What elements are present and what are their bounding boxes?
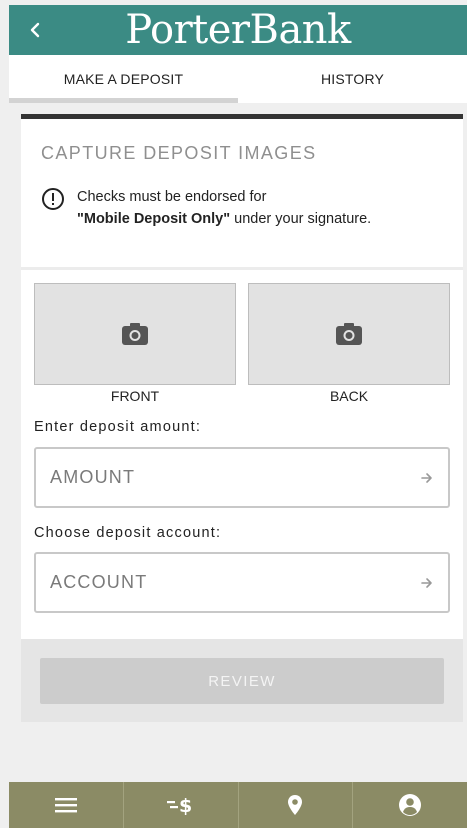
amount-field[interactable]: AMOUNT — [34, 447, 450, 508]
capture-back-button[interactable] — [248, 283, 450, 385]
notice-line2: under your signature. — [230, 211, 372, 227]
front-label: FRONT — [110, 388, 160, 404]
menu-icon — [54, 798, 77, 813]
divider — [21, 267, 463, 270]
review-button[interactable]: REVIEW — [40, 658, 444, 704]
camera-icon — [336, 323, 362, 345]
account-placeholder: ACCOUNT — [50, 572, 148, 592]
endorsement-notice: Checks must be endorsed for "Mobile Depo… — [41, 186, 441, 230]
transfer-money-icon: $ — [166, 795, 192, 816]
camera-icon — [122, 323, 148, 345]
nav-locations[interactable] — [239, 782, 354, 828]
arrow-right-icon — [421, 472, 432, 483]
tab-make-a-deposit[interactable]: MAKE A DEPOSIT — [9, 55, 238, 103]
exclamation-circle-icon — [42, 188, 64, 210]
nav-menu[interactable] — [9, 782, 124, 828]
notice-text: Checks must be endorsed for "Mobile Depo… — [77, 186, 371, 230]
capture-front-button[interactable] — [34, 283, 236, 385]
notice-bold-phrase: "Mobile Deposit Only" — [77, 211, 231, 227]
review-panel: REVIEW — [21, 639, 463, 722]
chevron-left-icon — [30, 22, 40, 38]
svg-text:$: $ — [179, 795, 192, 816]
deposit-card: CAPTURE DEPOSIT IMAGES Checks must be en… — [21, 114, 463, 639]
amount-label: Enter deposit amount: — [34, 419, 202, 435]
account-label: Choose deposit account: — [34, 525, 222, 541]
deposit-tabs: MAKE A DEPOSIT HISTORY — [9, 55, 467, 103]
back-button[interactable] — [23, 15, 47, 45]
nav-transfer[interactable]: $ — [124, 782, 239, 828]
nav-account[interactable] — [353, 782, 467, 828]
user-account-icon — [399, 794, 422, 816]
arrow-right-icon — [421, 577, 432, 588]
account-field[interactable]: ACCOUNT — [34, 552, 450, 613]
app-header: PorterBank — [9, 5, 467, 55]
amount-placeholder: AMOUNT — [50, 467, 136, 487]
porter-bank-logo: PorterBank — [125, 7, 351, 53]
section-title: CAPTURE DEPOSIT IMAGES — [41, 143, 317, 163]
tab-history[interactable]: HISTORY — [238, 55, 467, 103]
location-pin-icon — [288, 795, 303, 815]
notice-line1: Checks must be endorsed for — [77, 189, 267, 205]
bottom-nav: $ — [9, 782, 467, 828]
back-label: BACK — [329, 388, 369, 404]
